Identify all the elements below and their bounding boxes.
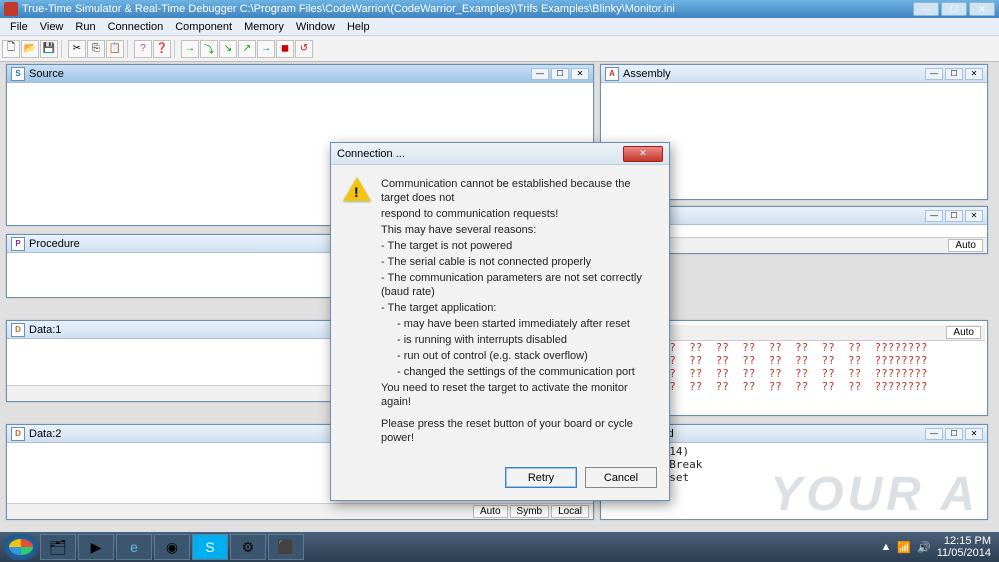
- dialog-close-button[interactable]: ✕: [623, 146, 663, 162]
- halt-button[interactable]: ◼: [276, 40, 294, 58]
- menu-component[interactable]: Component: [169, 21, 238, 33]
- menu-view[interactable]: View: [34, 21, 70, 33]
- pane-maximize-button[interactable]: ☐: [551, 68, 569, 80]
- taskbar-skype[interactable]: S: [192, 534, 228, 560]
- tray-clock[interactable]: 12:15 PM 11/05/2014: [937, 535, 991, 559]
- cut-button[interactable]: ✂: [68, 40, 86, 58]
- app-titlebar: True-Time Simulator & Real-Time Debugger…: [0, 0, 999, 18]
- tray-network-icon[interactable]: 📶: [897, 541, 911, 554]
- taskbar-debugger[interactable]: ⚙: [230, 534, 266, 560]
- reset-button[interactable]: ↺: [295, 40, 313, 58]
- step-into-button[interactable]: ↘: [219, 40, 237, 58]
- pane-minimize-button[interactable]: —: [531, 68, 549, 80]
- app-icon: [4, 2, 18, 16]
- pane-minimize-button[interactable]: —: [925, 210, 943, 222]
- dialog-text: Communication cannot be established beca…: [381, 177, 657, 447]
- menu-help[interactable]: Help: [341, 21, 376, 33]
- help-button[interactable]: ?: [134, 40, 152, 58]
- pane-close-button[interactable]: ✕: [965, 210, 983, 222]
- tab-local[interactable]: Local: [551, 505, 589, 518]
- source-icon: S: [11, 67, 25, 81]
- data1-icon: D: [11, 323, 25, 337]
- minimize-button[interactable]: —: [913, 2, 939, 16]
- retry-button[interactable]: Retry: [505, 467, 577, 488]
- pane-maximize-button[interactable]: ☐: [945, 210, 963, 222]
- taskbar: 🗂 ▶ e ◉ S ⚙ ⬛ YOUR A ▲ 📶 🔊 12:15 PM 11/0…: [0, 532, 999, 562]
- run-button[interactable]: →: [181, 40, 199, 58]
- assembly-title: Assembly: [623, 68, 925, 80]
- tab-symb[interactable]: Symb: [510, 505, 550, 518]
- pane-close-button[interactable]: ✕: [571, 68, 589, 80]
- tray-flag-icon[interactable]: ▲: [880, 541, 891, 553]
- pane-minimize-button[interactable]: —: [925, 68, 943, 80]
- taskbar-ie[interactable]: e: [116, 534, 152, 560]
- menu-memory[interactable]: Memory: [238, 21, 290, 33]
- window-controls: — ☐ ✕: [913, 2, 995, 16]
- tab-auto[interactable]: Auto: [946, 326, 981, 339]
- pane-maximize-button[interactable]: ☐: [945, 428, 963, 440]
- source-title: Source: [29, 68, 531, 80]
- pane-minimize-button[interactable]: —: [925, 428, 943, 440]
- menu-window[interactable]: Window: [290, 21, 341, 33]
- menu-file[interactable]: File: [4, 21, 34, 33]
- open-button[interactable]: 📂: [21, 40, 39, 58]
- start-button[interactable]: [4, 534, 38, 560]
- copy-button[interactable]: ⎘: [87, 40, 105, 58]
- pane-maximize-button[interactable]: ☐: [945, 68, 963, 80]
- taskbar-chrome[interactable]: ◉: [154, 534, 190, 560]
- maximize-button[interactable]: ☐: [941, 2, 967, 16]
- data2-icon: D: [11, 427, 25, 441]
- procedure-icon: P: [11, 237, 25, 251]
- taskbar-mediaplayer[interactable]: ▶: [78, 534, 114, 560]
- context-help-button[interactable]: ❓: [153, 40, 171, 58]
- system-tray: ▲ 📶 🔊 12:15 PM 11/05/2014: [880, 535, 995, 559]
- toolbar: 🗋 📂 💾 ✂ ⎘ 📋 ? ❓ → ⤵ ↘ ↗ → ◼ ↺: [0, 36, 999, 62]
- new-button[interactable]: 🗋: [2, 40, 20, 58]
- tray-sound-icon[interactable]: 🔊: [917, 541, 931, 554]
- taskbar-explorer[interactable]: 🗂: [40, 534, 76, 560]
- step-over-button[interactable]: ⤵: [200, 40, 218, 58]
- paste-button[interactable]: 📋: [106, 40, 124, 58]
- assembly-icon: A: [605, 67, 619, 81]
- dialog-title: Connection ...: [337, 148, 623, 160]
- tab-auto[interactable]: Auto: [948, 239, 983, 252]
- save-button[interactable]: 💾: [40, 40, 58, 58]
- close-button[interactable]: ✕: [969, 2, 995, 16]
- step-out-button[interactable]: ↗: [238, 40, 256, 58]
- asm-step-button[interactable]: →: [257, 40, 275, 58]
- connection-dialog: Connection ... ✕ Communication cannot be…: [330, 142, 670, 501]
- menu-connection[interactable]: Connection: [102, 21, 170, 33]
- taskbar-app2[interactable]: ⬛: [268, 534, 304, 560]
- pane-close-button[interactable]: ✕: [965, 428, 983, 440]
- warning-icon: [343, 177, 371, 205]
- tab-auto[interactable]: Auto: [473, 505, 508, 518]
- menu-run[interactable]: Run: [69, 21, 101, 33]
- pane-close-button[interactable]: ✕: [965, 68, 983, 80]
- menubar: File View Run Connection Component Memor…: [0, 18, 999, 36]
- cancel-button[interactable]: Cancel: [585, 467, 657, 488]
- app-title: True-Time Simulator & Real-Time Debugger…: [22, 3, 913, 15]
